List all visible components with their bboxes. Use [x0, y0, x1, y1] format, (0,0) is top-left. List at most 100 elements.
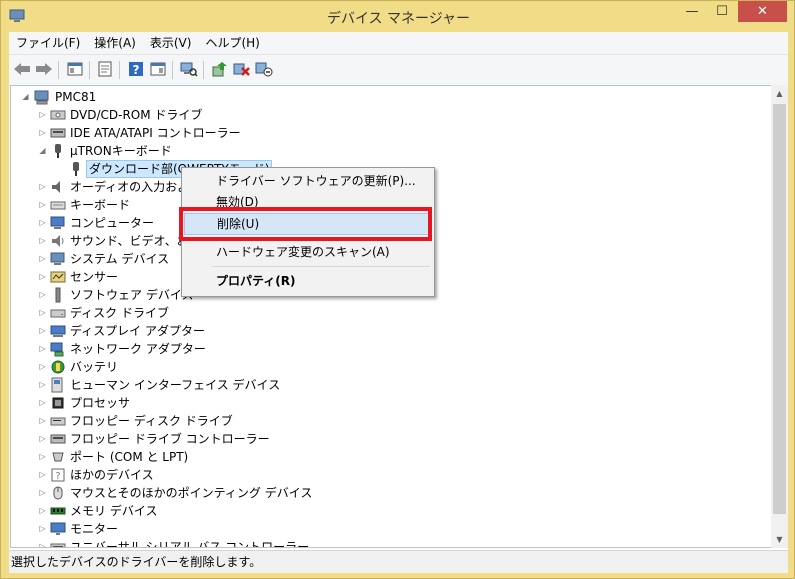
tree-category-item[interactable]: ▷ バッテリ: [11, 358, 751, 376]
menu-action[interactable]: 操作(A): [87, 32, 143, 54]
disk-drive-icon: [50, 309, 66, 318]
minimize-button[interactable]: —: [677, 1, 707, 22]
tree-category-item[interactable]: ▷? ほかのデバイス: [11, 466, 751, 484]
computer-icon: [34, 90, 49, 105]
tree-expander[interactable]: ▷: [38, 250, 47, 268]
tree-category-item[interactable]: ▷ モニター: [11, 520, 751, 538]
tree-item-label: IDE ATA/ATAPI コントローラー: [70, 126, 241, 140]
battery-icon: [51, 360, 65, 374]
tree-category-item[interactable]: ▷ ネットワーク アダプター: [11, 340, 751, 358]
show-hide-console-tree-icon[interactable]: [65, 60, 85, 78]
tree-expander[interactable]: ▷: [38, 322, 47, 340]
tree-expander[interactable]: ▷: [38, 340, 47, 358]
action-pane-icon[interactable]: [148, 60, 168, 78]
disable-device-icon[interactable]: [254, 60, 274, 78]
vertical-scrollbar[interactable]: ▲ ▼: [771, 85, 788, 548]
tree-expander[interactable]: ▷: [38, 448, 47, 466]
display-adapter-icon: [50, 325, 66, 337]
maximize-button[interactable]: ☐: [707, 1, 737, 22]
tree-category-item[interactable]: ▷ ヒューマン インターフェイス デバイス: [11, 376, 751, 394]
svg-text:?: ?: [133, 63, 140, 77]
tree-category-item[interactable]: ◢ µTRONキーボード: [11, 142, 751, 160]
tree-category-item[interactable]: ▷ フロッピー ドライブ コントローラー: [11, 430, 751, 448]
tree-expander[interactable]: ◢: [21, 88, 30, 106]
close-button[interactable]: ✕: [738, 1, 787, 22]
memory-icon: [50, 507, 66, 515]
device-tree[interactable]: ◢ PMC81 ▷ DVD/CD-ROM ドライブ ▷ IDE ATA/ATAPI コ…: [10, 85, 772, 548]
toolbar-separator: [89, 61, 90, 79]
ide-controller-icon: [50, 128, 66, 138]
tree-expander[interactable]: ◢: [38, 142, 47, 160]
client-area: ファイル(F) 操作(A) 表示(V) ヘルプ(H) ? ◢ PMC81 ▷ D…: [9, 32, 788, 573]
help-icon[interactable]: ?: [126, 60, 146, 78]
scroll-down-button[interactable]: ▼: [771, 531, 788, 548]
tree-expander[interactable]: ▷: [38, 484, 47, 502]
tree-expander[interactable]: ▷: [38, 178, 47, 196]
tree-expander[interactable]: ▷: [38, 196, 47, 214]
scan-hardware-icon[interactable]: [179, 60, 199, 78]
scroll-up-button[interactable]: ▲: [771, 85, 788, 102]
menu-file[interactable]: ファイル(F): [9, 32, 87, 54]
update-driver-icon[interactable]: [210, 60, 230, 78]
tree-category-item[interactable]: ▷ プロセッサ: [11, 394, 751, 412]
toolbar: ?: [9, 54, 788, 86]
tree-expander[interactable]: ▷: [38, 124, 47, 142]
tree-item-label: ディスプレイ アダプター: [70, 324, 205, 338]
tree-item-label: ディスク ドライブ: [70, 306, 169, 320]
tree-category-item[interactable]: ▷ ユニバーサル シリアル バス コントローラー: [11, 538, 751, 547]
tree-category-item[interactable]: ▷ IDE ATA/ATAPI コントローラー: [11, 124, 751, 142]
monitor-icon: [50, 522, 66, 535]
tree-item-label: フロッピー ディスク ドライブ: [70, 414, 233, 428]
tree-category-item[interactable]: ▷ メモリ デバイス: [11, 502, 751, 520]
title-bar[interactable]: デバイス マネージャー — ☐ ✕: [1, 1, 795, 31]
context-scan-hardware[interactable]: ハードウェア変更のスキャン(A): [184, 241, 430, 263]
menu-help[interactable]: ヘルプ(H): [198, 32, 266, 54]
tree-category-item[interactable]: ▷ DVD/CD-ROM ドライブ: [11, 106, 751, 124]
context-update-driver[interactable]: ドライバー ソフトウェアの更新(P)...: [184, 170, 430, 192]
tree-expander[interactable]: ▷: [38, 430, 47, 448]
tree-item-label: ヒューマン インターフェイス デバイス: [70, 378, 281, 392]
other-device-icon: ?: [51, 468, 65, 482]
tree-category-item[interactable]: ▷ フロッピー ディスク ドライブ: [11, 412, 751, 430]
tree-expander[interactable]: ▷: [38, 358, 47, 376]
network-adapter-icon: [50, 342, 64, 357]
tree-expander[interactable]: ▷: [38, 268, 47, 286]
keyboard-icon: [50, 201, 66, 210]
tree-expander[interactable]: ▷: [38, 412, 47, 430]
tree-expander[interactable]: ▷: [38, 502, 47, 520]
tree-expander[interactable]: ▷: [38, 106, 47, 124]
uninstall-icon[interactable]: [232, 60, 252, 78]
keyboard-plug-icon: [55, 144, 61, 158]
usb-icon: [50, 543, 66, 547]
tree-item-label: フロッピー ドライブ コントローラー: [70, 432, 270, 446]
tree-expander[interactable]: ▷: [38, 466, 47, 484]
tree-category-item[interactable]: ▷ ディスプレイ アダプター: [11, 322, 751, 340]
status-bar: 選択したデバイスのドライバーを削除します。: [9, 550, 788, 573]
scroll-thumb[interactable]: [773, 104, 786, 514]
tree-expander[interactable]: ▷: [38, 286, 47, 304]
tree-expander[interactable]: ▷: [38, 394, 47, 412]
tree-expander[interactable]: ▷: [38, 520, 47, 538]
tree-item-label: プロセッサ: [70, 396, 131, 410]
window-title: デバイス マネージャー: [326, 11, 471, 27]
status-text: 選択したデバイスのドライバーを削除します。: [11, 555, 262, 569]
tree-root-label: PMC81: [55, 90, 97, 104]
tree-category-item[interactable]: ▷ マウスとそのほかのポインティング デバイス: [11, 484, 751, 502]
tree-category-item[interactable]: ▷ ディスク ドライブ: [11, 304, 751, 322]
tree-expander[interactable]: ▷: [38, 214, 47, 232]
tree-expander[interactable]: ▷: [38, 304, 47, 322]
forward-icon[interactable]: [34, 60, 54, 78]
properties-icon[interactable]: [95, 60, 115, 78]
tree-root[interactable]: ◢ PMC81: [11, 88, 751, 106]
context-properties[interactable]: プロパティ(R): [184, 270, 430, 292]
tree-item-label: µTRONキーボード: [70, 144, 172, 158]
tree-expander[interactable]: ▷: [38, 538, 47, 547]
tree-item-label: ポート (COM と LPT): [70, 450, 189, 464]
back-icon[interactable]: [12, 60, 32, 78]
tree-item-label: DVD/CD-ROM ドライブ: [70, 108, 203, 122]
tree-item-label: コンピューター: [70, 216, 155, 230]
tree-expander[interactable]: ▷: [38, 376, 47, 394]
tree-category-item[interactable]: ▷ ポート (COM と LPT): [11, 448, 751, 466]
tree-expander[interactable]: ▷: [38, 232, 47, 250]
menu-view[interactable]: 表示(V): [143, 32, 199, 54]
